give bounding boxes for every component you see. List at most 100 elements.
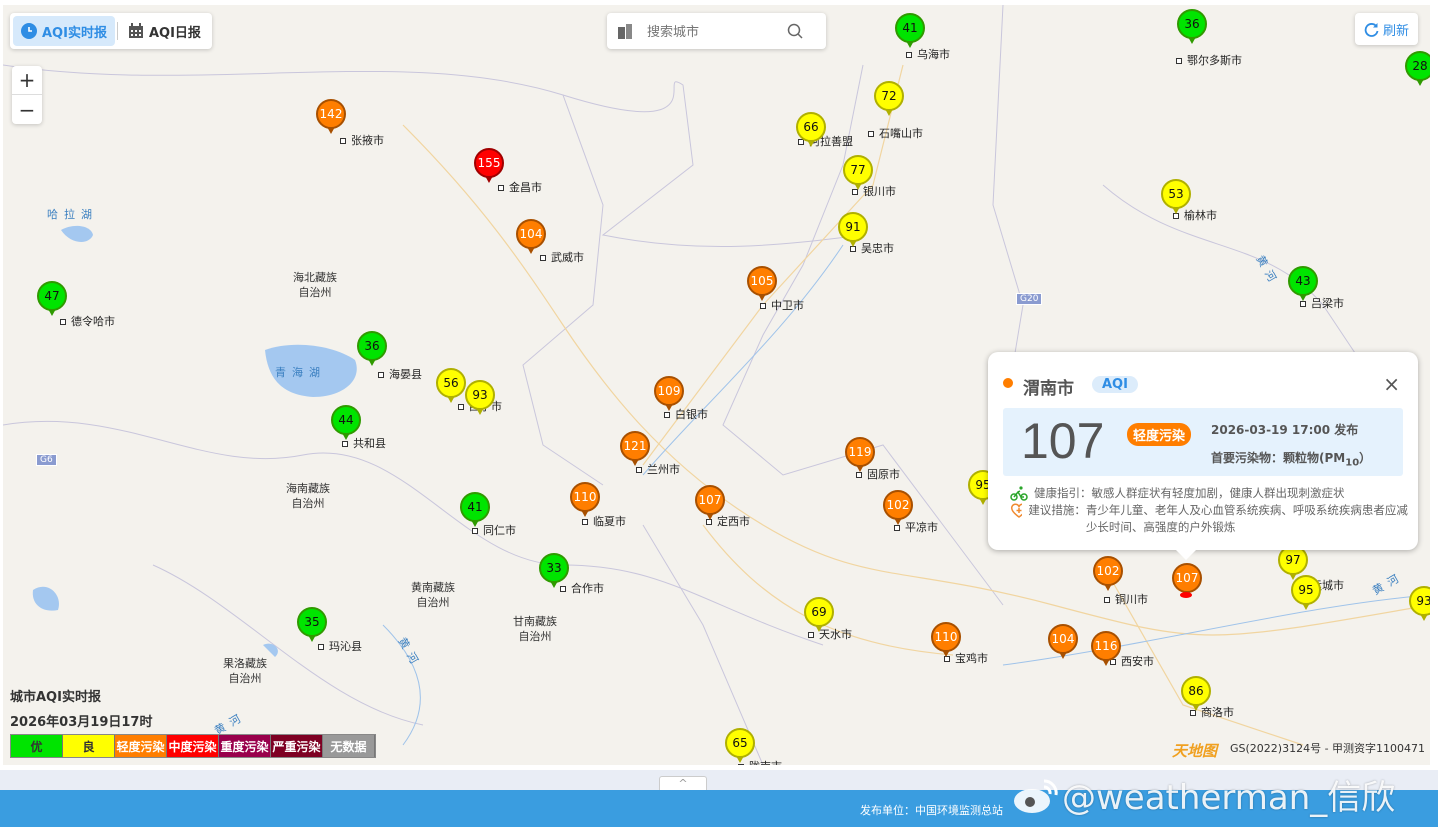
- aqi-marker[interactable]: 142: [316, 99, 346, 137]
- city-label[interactable]: 石嘴山市: [868, 125, 923, 141]
- building-icon: [618, 24, 632, 39]
- tab-label: AQI实时报: [42, 25, 107, 41]
- aqi-marker[interactable]: 66: [796, 112, 826, 150]
- aqi-marker[interactable]: 119: [845, 437, 875, 475]
- region-label: 果洛藏族 自治州: [223, 657, 267, 685]
- legend-item: 无数据: [323, 735, 375, 757]
- pollutant-end: ）: [1359, 451, 1372, 465]
- aqi-marker[interactable]: 91: [838, 212, 868, 250]
- tab-label: AQI日报: [148, 25, 201, 41]
- zoom-out-button[interactable]: −: [12, 95, 42, 124]
- aqi-marker[interactable]: 110: [570, 482, 600, 520]
- city-label[interactable]: 武威市: [540, 249, 584, 265]
- aqi-marker[interactable]: 47: [37, 281, 67, 319]
- aqi-value: 107: [1021, 413, 1105, 469]
- city-label[interactable]: 德令哈市: [60, 313, 115, 329]
- aqi-marker[interactable]: 69: [804, 597, 834, 635]
- clock-icon: [21, 23, 37, 39]
- legend-item: 严重污染: [271, 735, 323, 757]
- search-input[interactable]: [647, 23, 787, 39]
- marker-value: 104: [516, 219, 546, 249]
- aqi-legend: 优良轻度污染 中度污染 重度污染 严重污染 无数据: [10, 734, 376, 758]
- marker-value: 91: [838, 212, 868, 242]
- aqi-marker[interactable]: 93: [465, 380, 495, 418]
- aqi-marker[interactable]: 116: [1091, 631, 1121, 669]
- aqi-marker[interactable]: 53: [1161, 179, 1191, 217]
- advice-text: 青少年儿童、老年人及心血管系统疾病、呼吸系统疾病患者应减少长时间、高强度的户外锻…: [1085, 503, 1408, 534]
- marker-value: 66: [796, 112, 826, 142]
- search-icon[interactable]: [787, 23, 803, 39]
- aqi-marker[interactable]: 107: [695, 485, 725, 523]
- marker-value: 119: [845, 437, 875, 467]
- close-button[interactable]: ×: [1383, 372, 1400, 396]
- report-type-tabs: AQI实时报 AQI日报: [10, 13, 212, 49]
- city-label[interactable]: 金昌市: [498, 179, 542, 195]
- marker-value: 107: [695, 485, 725, 515]
- marker-value: 36: [357, 331, 387, 361]
- publisher: 发布单位：中国环境监测总站: [860, 804, 1003, 817]
- aqi-marker[interactable]: 105: [747, 266, 777, 304]
- zoom-control: + −: [12, 66, 42, 124]
- aqi-marker[interactable]: 93: [1409, 586, 1430, 624]
- marker-value: 142: [316, 99, 346, 129]
- region-label: 甘南藏族 自治州: [513, 615, 557, 643]
- road-shield: G6: [36, 454, 57, 466]
- marker-value: 47: [37, 281, 67, 311]
- aqi-marker[interactable]: 33: [539, 553, 569, 591]
- aqi-marker[interactable]: 36: [1177, 9, 1207, 47]
- aqi-marker[interactable]: 104: [1048, 624, 1078, 662]
- region-label: 黄南藏族 自治州: [411, 581, 455, 609]
- aqi-marker[interactable]: 28: [1405, 51, 1430, 89]
- health-guidance: 健康指引： 敏感人群症状有轻度加剧，健康人群出现刺激症状 建议措施： 青少年儿童、老…: [1010, 485, 1410, 536]
- aqi-marker[interactable]: 104: [516, 219, 546, 257]
- pollutant-sub: 10: [1345, 457, 1360, 469]
- aqi-marker[interactable]: 155: [474, 148, 504, 186]
- aqi-marker[interactable]: 56: [436, 368, 466, 406]
- aqi-marker[interactable]: 36: [357, 331, 387, 369]
- aqi-marker[interactable]: 109: [654, 376, 684, 414]
- zoom-in-button[interactable]: +: [12, 66, 42, 95]
- marker-value: 121: [620, 431, 650, 461]
- marker-value: 110: [570, 482, 600, 512]
- popup-city: 渭南市: [1023, 379, 1074, 399]
- marker-value: 33: [539, 553, 569, 583]
- aqi-marker[interactable]: 35: [297, 607, 327, 645]
- region-label: 海南藏族 自治州: [286, 482, 330, 510]
- level-dot: [1003, 378, 1013, 388]
- aqi-marker[interactable]: 41: [895, 13, 925, 51]
- primary-pollutant: 首要污染物：颗粒物(PM10）: [1211, 449, 1371, 468]
- marker-value: 69: [804, 597, 834, 627]
- map-time: 2026年03月19日17时: [10, 715, 153, 730]
- refresh-label: 刷新: [1383, 23, 1410, 39]
- marker-value: 65: [725, 728, 755, 758]
- aqi-marker[interactable]: 44: [331, 405, 361, 443]
- aqi-marker[interactable]: 77: [843, 155, 873, 193]
- watermark: @weatherman_信欣: [1012, 770, 1395, 819]
- marker-value: 77: [843, 155, 873, 185]
- marker-value: 105: [747, 266, 777, 296]
- water-label: 哈拉湖: [47, 208, 98, 221]
- pollutant-label: 首要污染物：颗粒物(PM: [1211, 451, 1346, 465]
- water-label: 青海湖: [275, 366, 326, 379]
- aqi-marker[interactable]: 121: [620, 431, 650, 469]
- aqi-marker[interactable]: 102: [883, 490, 913, 528]
- marker-value: 110: [931, 622, 961, 652]
- aqi-marker[interactable]: 65: [725, 728, 755, 765]
- marker-value: 102: [883, 490, 913, 520]
- aqi-marker[interactable]: 43: [1288, 266, 1318, 304]
- divider: [116, 22, 118, 40]
- refresh-button[interactable]: 刷新: [1355, 13, 1419, 45]
- tab-aqi-daily[interactable]: AQI日报: [120, 16, 209, 46]
- marker-value: 104: [1048, 624, 1078, 654]
- aqi-marker[interactable]: 110: [931, 622, 961, 660]
- aqi-marker[interactable]: 72: [874, 81, 904, 119]
- marker-value: 72: [874, 81, 904, 111]
- city-label[interactable]: 鄂尔多斯市: [1176, 52, 1242, 68]
- aqi-marker[interactable]: 86: [1181, 676, 1211, 714]
- aqi-marker[interactable]: 102: [1093, 556, 1123, 594]
- aqi-marker[interactable]: 41: [460, 492, 490, 530]
- aqi-marker[interactable]: 95: [1291, 575, 1321, 613]
- city-label[interactable]: 张掖市: [340, 132, 384, 148]
- tab-aqi-realtime[interactable]: AQI实时报: [13, 16, 115, 46]
- marker-value: 44: [331, 405, 361, 435]
